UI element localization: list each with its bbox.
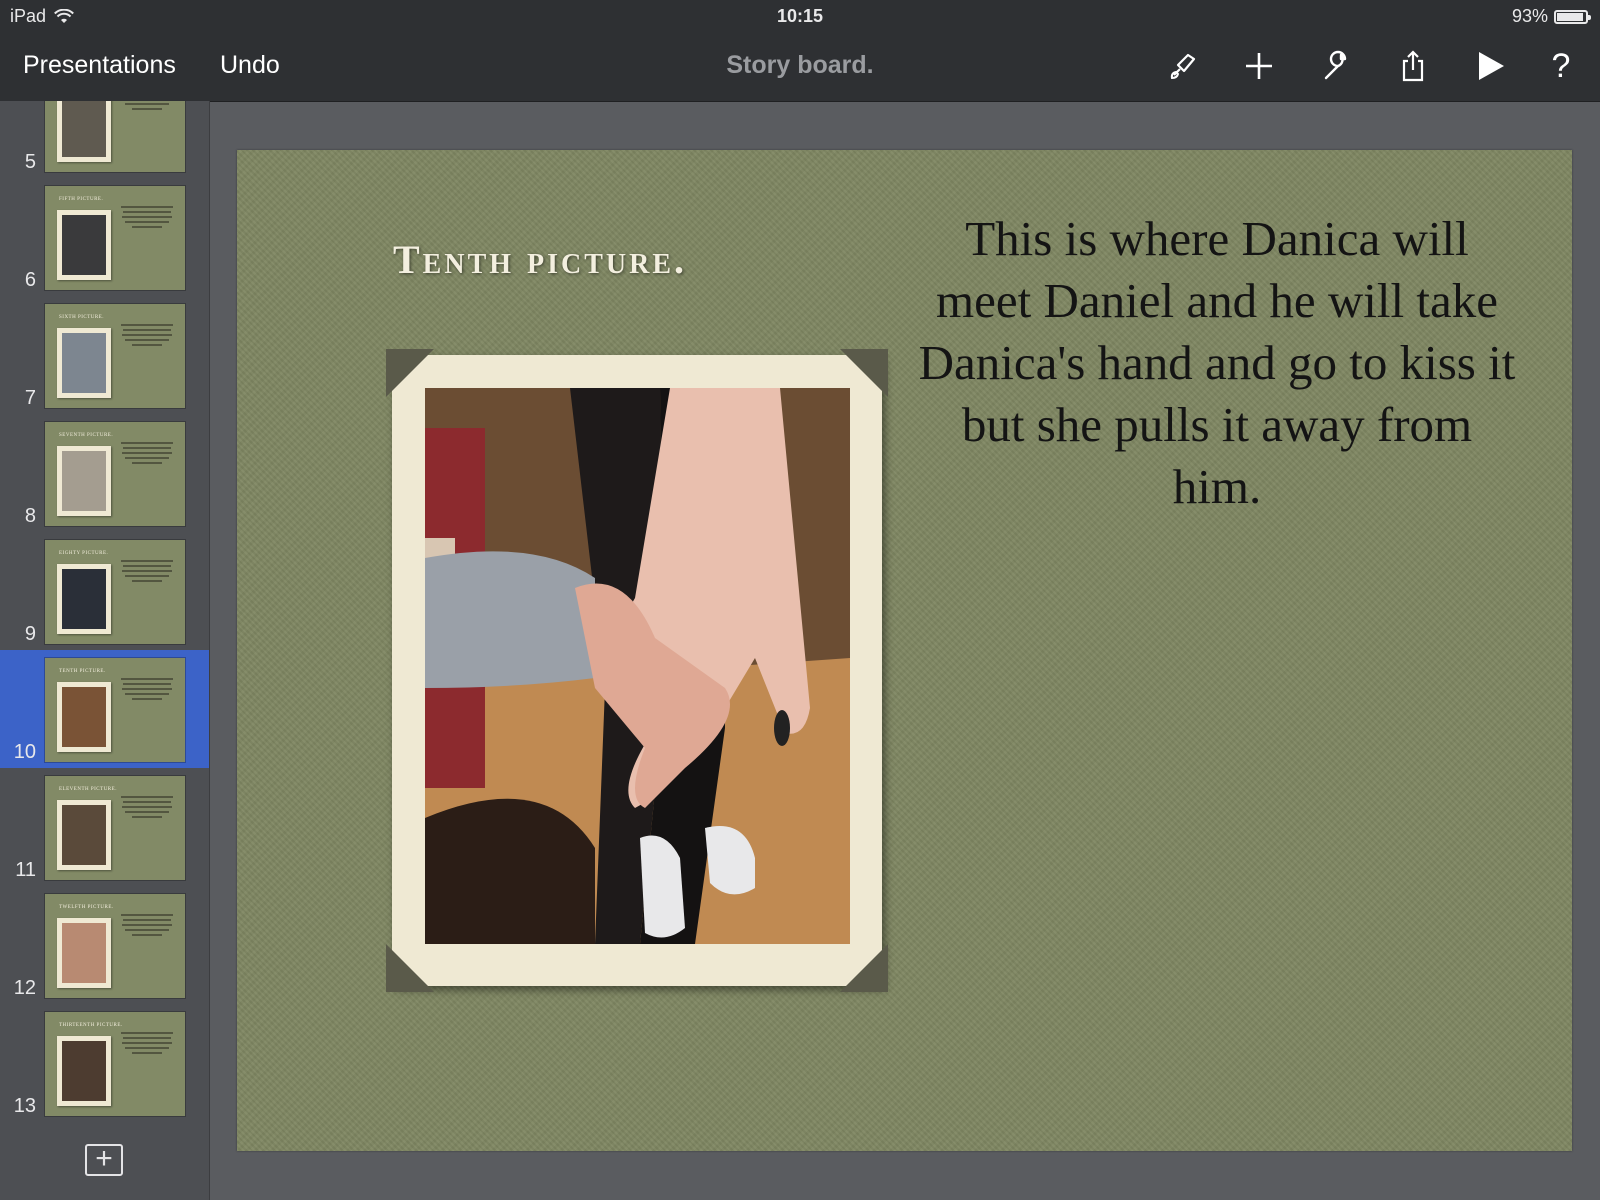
battery-percent: 93% <box>1511 6 1548 26</box>
slide-photo[interactable] <box>425 388 850 944</box>
slide-thumbnail-13[interactable]: 13 Thirteenth picture. <box>0 1004 209 1122</box>
slide-thumbnail-8[interactable]: 8 Seventh picture. <box>0 414 209 532</box>
thumbnail-title: Thirteenth picture. <box>59 1023 123 1028</box>
slide-thumbnail-6[interactable]: 6 Fifth picture. <box>0 178 209 296</box>
wrench-icon[interactable] <box>1316 46 1356 86</box>
status-right: 93% <box>1511 6 1591 27</box>
thumbnail-title: Twelfth picture. <box>59 905 114 910</box>
photo-corner <box>840 944 888 992</box>
slide-number: 6 <box>24 269 36 291</box>
play-icon[interactable] <box>1470 46 1510 86</box>
slide-thumbnail-preview: Thirteenth picture. <box>45 1012 185 1116</box>
slide-number: 5 <box>24 151 36 173</box>
plus-icon[interactable] <box>1239 46 1279 86</box>
photo-frame[interactable] <box>386 349 888 992</box>
status-time: 10:15 <box>776 6 824 26</box>
add-slide-button[interactable]: + <box>85 1144 123 1176</box>
slide-thumbnail-preview: Fifth picture. <box>45 186 185 290</box>
slide-number: 8 <box>24 505 36 527</box>
slide-thumbnail-12[interactable]: 12 Twelfth picture. <box>0 886 209 1004</box>
thumbnail-text-lines <box>117 206 177 231</box>
photo-corner <box>386 944 434 992</box>
help-icon[interactable]: ? <box>1541 46 1581 86</box>
thumbnail-photo <box>57 682 111 752</box>
thumbnail-photo <box>57 564 111 634</box>
thumbnail-photo <box>57 101 111 162</box>
slide-thumbnail-preview: Eleventh picture. <box>45 776 185 880</box>
slide-thumbnail-11[interactable]: 11 Eleventh picture. <box>0 768 209 886</box>
slide-thumbnail-7[interactable]: 7 Sixth picture. <box>0 296 209 414</box>
battery-icon <box>1554 9 1591 24</box>
paintbrush-icon[interactable] <box>1163 46 1203 86</box>
thumbnail-text-lines <box>117 560 177 585</box>
slide-title[interactable]: Tenth picture. <box>393 236 873 283</box>
slide-body-text[interactable]: This is where Danica will meet Daniel an… <box>917 208 1517 518</box>
slide-thumbnail-preview <box>45 101 185 172</box>
thumbnail-title: Fifth picture. <box>59 197 104 202</box>
thumbnail-text-lines <box>117 678 177 703</box>
slide-thumbnail-preview: Sixth picture. <box>45 304 185 408</box>
thumbnail-text-lines <box>117 101 177 113</box>
thumbnail-photo <box>57 918 111 988</box>
thumbnail-title: Eighty picture. <box>59 551 109 556</box>
thumbnail-title: Sixth picture. <box>59 315 105 320</box>
slide-canvas[interactable]: Tenth picture. This is where Danica will… <box>237 150 1572 1151</box>
slide-number: 7 <box>24 387 36 409</box>
battery-fill <box>1557 12 1584 21</box>
thumbnail-text-lines <box>117 796 177 821</box>
slide-thumbnail-preview: Seventh picture. <box>45 422 185 526</box>
thumbnail-photo <box>57 328 111 398</box>
thumbnail-photo <box>57 210 111 280</box>
toolbar: Presentations Undo Story board. ? <box>0 32 1600 102</box>
slide-thumbnail-preview: Tenth picture. <box>45 658 185 762</box>
share-icon[interactable] <box>1393 46 1433 86</box>
thumbnail-text-lines <box>117 324 177 349</box>
slide-number: 10 <box>13 741 36 763</box>
status-bar: iPad 10:15 93% <box>0 0 1600 32</box>
thumbnail-text-lines <box>117 914 177 939</box>
slide-number: 11 <box>15 859 36 881</box>
thumbnail-text-lines <box>117 442 177 467</box>
thumbnail-photo <box>57 800 111 870</box>
thumbnail-title: Tenth picture. <box>59 669 106 674</box>
slide-thumbnail-preview: Eighty picture. <box>45 540 185 644</box>
thumbnail-photo <box>57 446 111 516</box>
thumbnail-photo <box>57 1036 111 1106</box>
hands-photo-illustration <box>425 388 850 944</box>
slide-navigator[interactable]: 5 6 Fifth picture. 7 Sixth picture. 8 Seventh … <box>0 101 210 1200</box>
slide-thumbnail-9[interactable]: 9 Eighty picture. <box>0 532 209 650</box>
slide-thumbnail-10[interactable]: 10 Tenth picture. <box>0 650 209 768</box>
thumbnail-text-lines <box>117 1032 177 1057</box>
slide-number: 12 <box>13 977 36 999</box>
thumbnail-title: Seventh picture. <box>59 433 114 438</box>
thumbnail-title: Eleventh picture. <box>59 787 117 792</box>
slide-thumbnail-preview: Twelfth picture. <box>45 894 185 998</box>
slide-number: 9 <box>24 623 36 645</box>
slide-number: 13 <box>13 1095 36 1117</box>
slide-thumbnail-5[interactable]: 5 <box>0 101 209 178</box>
document-title[interactable]: Story board. <box>0 51 1600 80</box>
